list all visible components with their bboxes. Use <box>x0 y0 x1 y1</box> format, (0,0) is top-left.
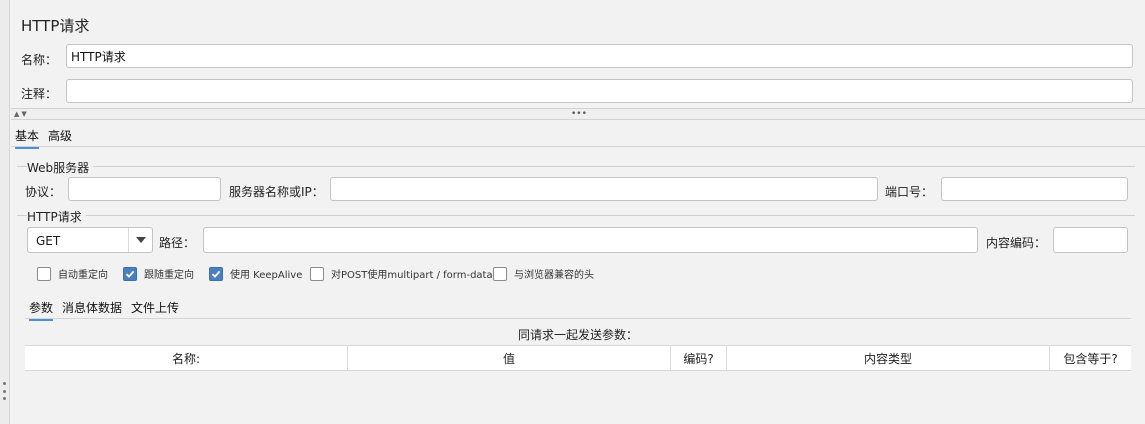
comment-label: 注释： <box>21 87 58 101</box>
column-header-content-type[interactable]: 内容类型 <box>727 346 1050 370</box>
http-request-group-border <box>17 215 1135 216</box>
page-title: HTTP请求 <box>21 17 90 35</box>
params-table-header: 名称: 值 编码? 内容类型 包含等于? <box>25 345 1131 371</box>
protocol-label: 协议： <box>25 185 62 199</box>
name-field[interactable] <box>66 44 1133 68</box>
column-header-include-equals[interactable]: 包含等于? <box>1050 346 1131 370</box>
drag-handle-icon[interactable]: ••• <box>571 110 587 119</box>
collapse-arrows-icon[interactable]: ▲▼ <box>14 110 29 118</box>
checkbox-keepalive[interactable]: 使用 KeepAlive <box>209 266 302 281</box>
path-field[interactable] <box>203 227 978 253</box>
name-label: 名称： <box>21 53 58 67</box>
checkbox-icon[interactable] <box>310 266 324 281</box>
checkbox-follow-redirect[interactable]: 跟随重定向 <box>123 266 194 281</box>
param-tab-divider <box>25 318 1131 319</box>
method-select[interactable]: GET <box>27 227 153 253</box>
encoding-label: 内容编码： <box>986 236 1047 250</box>
checkbox-icon[interactable] <box>37 266 51 281</box>
column-header-encode[interactable]: 编码? <box>671 346 727 370</box>
server-label: 服务器名称或IP： <box>229 185 324 199</box>
port-label: 端口号： <box>885 185 934 199</box>
encoding-field[interactable] <box>1053 227 1128 253</box>
tab-advanced[interactable]: 高级 <box>48 127 72 147</box>
checkbox-auto-redirect[interactable]: 自动重定向 <box>37 266 108 281</box>
params-table-caption: 同请求一起发送参数： <box>517 328 638 342</box>
checkbox-label: 跟随重定向 <box>144 270 194 281</box>
server-field[interactable] <box>330 177 878 201</box>
splitter-bar[interactable]: ▲▼ ••• <box>11 108 1145 120</box>
checkbox-label: 自动重定向 <box>58 270 108 281</box>
tab-file-upload[interactable]: 文件上传 <box>131 299 179 319</box>
checkbox-label: 使用 KeepAlive <box>230 270 303 281</box>
path-label: 路径： <box>159 236 196 250</box>
chevron-down-icon[interactable] <box>128 228 152 252</box>
checkbox-label: 与浏览器兼容的头 <box>514 270 594 281</box>
checkbox-label: 对POST使用multipart / form-data <box>331 270 493 281</box>
http-sampler-panel: HTTP请求 名称： 注释： ▲▼ ••• 基本 高级 Web服务器 协议： 服… <box>11 0 1145 424</box>
tab-body-data[interactable]: 消息体数据 <box>62 299 122 319</box>
checkbox-browser-headers[interactable]: 与浏览器兼容的头 <box>493 266 594 281</box>
column-header-name[interactable]: 名称: <box>25 346 348 370</box>
resize-grip-icon[interactable] <box>3 382 6 400</box>
checkbox-icon[interactable] <box>493 266 507 281</box>
checkbox-checked-icon[interactable] <box>123 266 137 281</box>
checkbox-checked-icon[interactable] <box>209 266 223 281</box>
web-server-group-border <box>17 166 1135 167</box>
checkbox-multipart[interactable]: 对POST使用multipart / form-data <box>310 266 493 281</box>
port-field[interactable] <box>941 177 1128 201</box>
protocol-field[interactable] <box>68 177 221 201</box>
tab-divider <box>11 146 1145 147</box>
left-panel-rail[interactable] <box>0 0 10 424</box>
method-value: GET <box>36 234 61 248</box>
comment-field[interactable] <box>66 79 1133 103</box>
http-request-group-title: HTTP请求 <box>27 208 86 225</box>
column-header-value[interactable]: 值 <box>348 346 671 370</box>
web-server-group-title: Web服务器 <box>27 159 94 176</box>
